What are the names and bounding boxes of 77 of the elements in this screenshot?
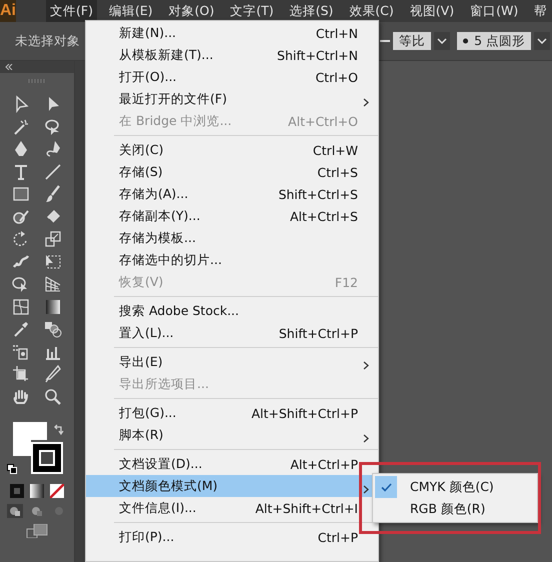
draw-behind-icon[interactable] xyxy=(29,504,45,518)
dot-icon xyxy=(463,38,468,44)
draw-normal-icon[interactable] xyxy=(7,504,23,518)
menu-item[interactable]: 新建(N)... Ctrl+N xyxy=(86,22,378,44)
menu-item[interactable]: 关闭(C) Ctrl+W xyxy=(86,139,378,161)
submenu-item[interactable]: RGB 颜色(R) xyxy=(410,500,486,518)
stroke-swatch[interactable] xyxy=(31,442,63,474)
menu-item[interactable]: 最近打开的文件(F) xyxy=(86,88,378,110)
blend-icon[interactable] xyxy=(43,319,63,340)
shortcut-label: Alt+Ctrl+P xyxy=(290,456,358,472)
menu-item[interactable]: 存储(S) Ctrl+S xyxy=(86,161,378,183)
menu-bar-item[interactable]: 窗口(W) xyxy=(466,0,522,22)
shortcut-label: Shift+Ctrl+S xyxy=(278,186,358,202)
line-icon[interactable] xyxy=(43,162,63,182)
menu-item[interactable]: 搜索 Adobe Stock... xyxy=(86,300,378,322)
menu-bar-item[interactable]: 对象(O) xyxy=(164,0,218,22)
shortcut-label: Ctrl+N xyxy=(316,26,358,40)
menu-bar-item[interactable]: 帮 xyxy=(530,0,552,22)
menu-item[interactable]: 存储副本(Y)... Alt+Ctrl+S xyxy=(86,205,378,227)
chevron-icon xyxy=(437,38,447,44)
shortcut-label: Alt+Ctrl+S xyxy=(290,208,358,224)
fill-swatch[interactable] xyxy=(13,422,47,456)
menu-bar-item[interactable]: 视图(V) xyxy=(406,0,458,22)
chevron-icon xyxy=(363,98,369,107)
gradient-mode-icon[interactable] xyxy=(30,484,44,498)
menu-item[interactable]: 存储为(A)... Shift+Ctrl+S xyxy=(86,183,378,205)
shortcut-label: F12 xyxy=(334,274,358,290)
default-colors-icon[interactable] xyxy=(7,464,17,474)
color-mode-icon[interactable] xyxy=(10,484,24,498)
chevron-icon xyxy=(363,361,369,370)
menu-item[interactable]: 打包(G)... Alt+Shift+Ctrl+P xyxy=(86,402,378,424)
dropdown-button[interactable] xyxy=(434,32,450,50)
menu-bar-item[interactable]: 效果(C) xyxy=(345,0,398,22)
none-mode-icon[interactable] xyxy=(50,484,64,498)
scale-icon[interactable] xyxy=(43,229,63,250)
menu-item[interactable]: 导出(E) xyxy=(86,351,378,373)
menu-bar-item[interactable]: 选择(S) xyxy=(286,0,338,22)
app-logo: Ai xyxy=(0,0,16,22)
chevron-icon xyxy=(537,38,547,44)
selection-status: 未选择对象 xyxy=(15,32,80,50)
menu-item[interactable]: 存储选中的切片... xyxy=(86,249,378,271)
menu-bar-item[interactable]: 文字(T) xyxy=(226,0,278,22)
shortcut-label: Ctrl+O xyxy=(315,70,358,84)
submenu-item[interactable]: CMYK 颜色(C) xyxy=(410,478,494,496)
stroke-width-icon xyxy=(380,39,390,43)
brush-field[interactable]: 5 点圆形 xyxy=(457,32,531,50)
chevron-icon xyxy=(363,485,369,494)
shortcut-label: Ctrl+S xyxy=(317,164,358,180)
menu-item[interactable]: 文档设置(D)... Alt+Ctrl+P xyxy=(86,453,378,475)
zoom-icon[interactable] xyxy=(43,386,63,407)
menu-item[interactable]: 存储为模板... xyxy=(86,227,378,249)
shortcut-label: Ctrl+P xyxy=(318,530,358,544)
mesh-icon[interactable] xyxy=(11,296,31,317)
shortcut-label: Shift+Ctrl+P xyxy=(278,326,358,340)
check-icon xyxy=(380,482,392,492)
shortcut-label: Alt+Shift+Ctrl+P xyxy=(251,406,358,420)
dropdown-button[interactable] xyxy=(534,32,550,50)
shortcut-label: Ctrl+W xyxy=(312,142,358,158)
menu-item[interactable]: 脚本(R) xyxy=(86,424,378,446)
menu-item[interactable]: 从模板新建(T)... Shift+Ctrl+N xyxy=(86,44,378,66)
grip-icon[interactable] xyxy=(28,79,46,83)
menu-item[interactable]: 打印(P)... Ctrl+P xyxy=(86,526,378,548)
shortcut-label: Alt+Shift+Ctrl+I xyxy=(255,500,358,516)
menu-bar-item[interactable]: 编辑(E) xyxy=(104,0,157,22)
swap-icon[interactable] xyxy=(53,424,65,436)
perspective-grid-icon[interactable] xyxy=(43,274,63,294)
menu-bar-item[interactable]: 文件(F) xyxy=(46,0,97,22)
knife-icon[interactable] xyxy=(43,364,63,384)
width-profile-field[interactable]: 等比 xyxy=(393,32,431,50)
collapse-icon[interactable] xyxy=(5,64,13,70)
chevron-icon xyxy=(363,434,369,443)
menu-item[interactable]: 置入(L)... Shift+Ctrl+P xyxy=(86,322,378,344)
paintbrush-icon[interactable] xyxy=(43,184,63,204)
shortcut-label: Shift+Ctrl+N xyxy=(277,48,358,62)
menu-item[interactable]: 打开(O)... Ctrl+O xyxy=(86,66,378,88)
screen-mode-icon[interactable] xyxy=(26,524,48,538)
shortcut-label: Alt+Ctrl+O xyxy=(288,114,358,128)
